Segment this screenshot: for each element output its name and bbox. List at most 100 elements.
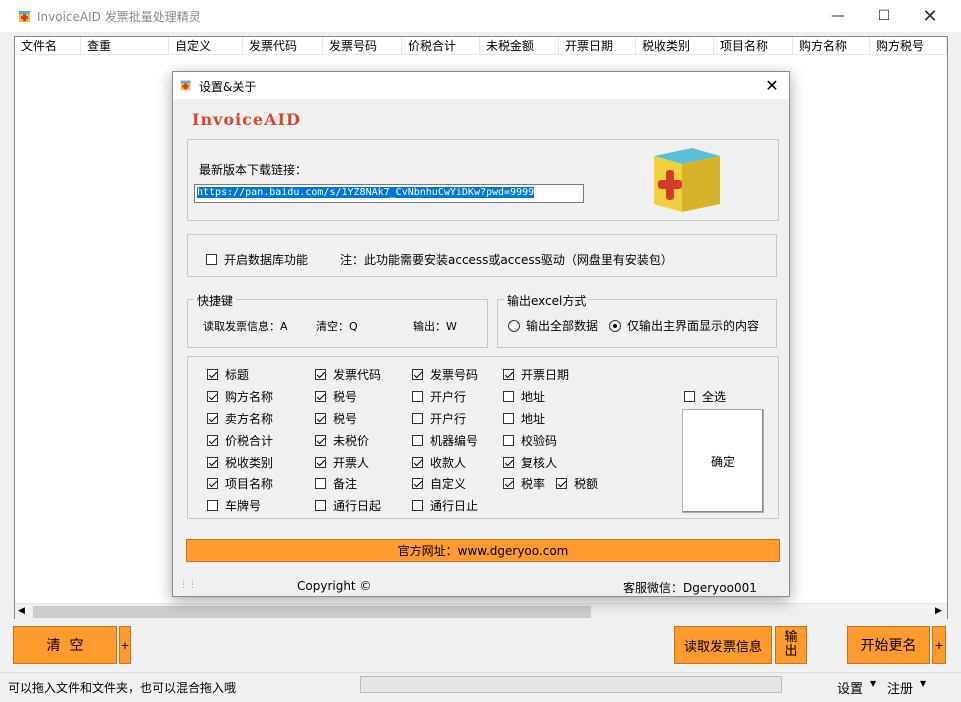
checkbox-box[interactable] [315, 391, 326, 402]
checkbox-box[interactable] [315, 457, 326, 468]
field-checkbox[interactable]: 卖方名称 [207, 410, 273, 427]
checkbox-box[interactable] [412, 457, 423, 468]
checkbox-box[interactable] [315, 500, 326, 511]
column-header[interactable]: 购方名称 [793, 37, 870, 55]
minimize-icon[interactable]: — [815, 0, 861, 32]
checkbox-box[interactable] [412, 391, 423, 402]
field-checkbox[interactable]: 收款人 [412, 454, 466, 471]
checkbox-box[interactable] [556, 478, 567, 489]
column-header[interactable]: 购方税号 [870, 37, 947, 55]
radio-dot[interactable] [508, 319, 520, 332]
checkbox-box[interactable] [684, 391, 695, 402]
field-checkbox[interactable]: 项目名称 [207, 475, 273, 492]
checkbox-box[interactable] [412, 413, 423, 424]
field-checkbox[interactable]: 校验码 [503, 432, 557, 449]
database-option-label: 开启数据库功能 [224, 253, 309, 267]
column-header[interactable]: 文件名 [15, 37, 81, 55]
field-checkbox[interactable]: 地址 [503, 388, 545, 405]
column-header[interactable]: 自定义 [169, 37, 243, 55]
field-checkbox[interactable]: 通行日止 [412, 497, 478, 514]
rename-button[interactable]: 开始更名 [847, 626, 930, 664]
checkbox-box[interactable] [503, 413, 514, 424]
checkbox-box[interactable] [412, 369, 423, 380]
select-all-checkbox[interactable]: 全选 [684, 388, 726, 405]
field-checkbox[interactable]: 复核人 [503, 454, 557, 471]
checkbox-box[interactable] [503, 478, 514, 489]
field-checkbox[interactable]: 车牌号 [207, 497, 261, 514]
settings-menu[interactable]: 设置 [837, 678, 863, 697]
checkbox-box[interactable] [412, 500, 423, 511]
field-checkbox[interactable]: 税率 [503, 475, 545, 492]
close-icon[interactable]: ✕ [759, 74, 785, 96]
read-info-button[interactable]: 读取发票信息 [674, 626, 772, 664]
column-header[interactable]: 税收类别 [636, 37, 714, 55]
export-button[interactable]: 输出 [775, 626, 807, 664]
column-header[interactable]: 开票日期 [559, 37, 636, 55]
clear-button[interactable]: 清 空 [13, 626, 117, 664]
confirm-button[interactable]: 确定 [682, 409, 764, 513]
scroll-left-icon[interactable]: ◀ [18, 606, 25, 616]
field-checkbox[interactable]: 开户行 [412, 388, 466, 405]
field-checkbox[interactable]: 税额 [556, 475, 598, 492]
clear-options-button[interactable]: + [119, 626, 131, 664]
checkbox-box[interactable] [207, 369, 218, 380]
checkbox-box[interactable] [207, 500, 218, 511]
column-header[interactable]: 未税金额 [480, 37, 559, 55]
field-checkbox[interactable]: 开票日期 [503, 366, 569, 383]
register-menu[interactable]: 注册 [887, 678, 913, 697]
checkbox-box[interactable] [207, 413, 218, 424]
register-dropdown-icon[interactable]: ▼ [920, 679, 926, 688]
field-checkbox[interactable]: 自定义 [412, 475, 466, 492]
field-checkbox[interactable]: 地址 [503, 410, 545, 427]
field-checkbox[interactable]: 价税合计 [207, 432, 273, 449]
field-checkbox[interactable]: 备注 [315, 475, 357, 492]
field-checkbox[interactable]: 机器编号 [412, 432, 478, 449]
field-checkbox[interactable]: 发票号码 [412, 366, 478, 383]
database-checkbox[interactable]: 开启数据库功能 [206, 251, 308, 268]
field-checkbox[interactable]: 税号 [315, 410, 357, 427]
field-checkbox[interactable]: 税收类别 [207, 454, 273, 471]
maximize-icon[interactable]: ☐ [861, 0, 907, 32]
checkbox-box[interactable] [503, 457, 514, 468]
column-header[interactable]: 项目名称 [714, 37, 793, 55]
column-header[interactable]: 价税合计 [402, 37, 480, 55]
checkbox-box[interactable] [503, 369, 514, 380]
checkbox-box[interactable] [315, 478, 326, 489]
checkbox-box[interactable] [412, 435, 423, 446]
download-url-field[interactable]: https://pan.baidu.com/s/1YZ8NAk7_CvNbnhu… [194, 184, 584, 203]
field-checkbox[interactable]: 通行日起 [315, 497, 381, 514]
field-checkbox[interactable]: 发票代码 [315, 366, 381, 383]
checkbox-box[interactable] [503, 435, 514, 446]
checkbox-box[interactable] [315, 413, 326, 424]
rename-options-button[interactable]: + [932, 626, 946, 664]
field-checkbox[interactable]: 购方名称 [207, 388, 273, 405]
field-checkbox[interactable]: 开户行 [412, 410, 466, 427]
excel-visible-radio[interactable]: 仅输出主界面显示的内容 [609, 317, 759, 334]
column-header[interactable]: 查重 [81, 37, 169, 55]
column-header[interactable]: 发票代码 [243, 37, 323, 55]
checkbox-box[interactable] [207, 478, 218, 489]
checkbox-box[interactable] [206, 254, 217, 265]
field-label: 自定义 [430, 477, 467, 491]
scrollbar-thumb[interactable] [33, 606, 591, 618]
checkbox-box[interactable] [503, 391, 514, 402]
checkbox-box[interactable] [315, 435, 326, 446]
field-checkbox[interactable]: 税号 [315, 388, 357, 405]
close-icon[interactable]: ✕ [907, 0, 953, 32]
excel-all-radio[interactable]: 输出全部数据 [508, 317, 598, 334]
column-header[interactable]: 发票号码 [323, 37, 402, 55]
checkbox-box[interactable] [207, 391, 218, 402]
checkbox-box[interactable] [315, 369, 326, 380]
website-link[interactable]: 官方网址：www.dgeryoo.com [186, 539, 780, 562]
checkbox-box[interactable] [207, 435, 218, 446]
checkbox-box[interactable] [207, 457, 218, 468]
resize-grip-icon[interactable]: ⋮⋮ [179, 580, 197, 590]
horizontal-scrollbar[interactable]: ◀ ▶ [15, 603, 947, 619]
settings-dropdown-icon[interactable]: ▼ [870, 679, 876, 688]
field-checkbox[interactable]: 标题 [207, 366, 249, 383]
checkbox-box[interactable] [412, 478, 423, 489]
radio-dot[interactable] [609, 319, 621, 332]
field-checkbox[interactable]: 未税价 [315, 432, 369, 449]
field-checkbox[interactable]: 开票人 [315, 454, 369, 471]
scroll-right-icon[interactable]: ▶ [935, 606, 942, 616]
